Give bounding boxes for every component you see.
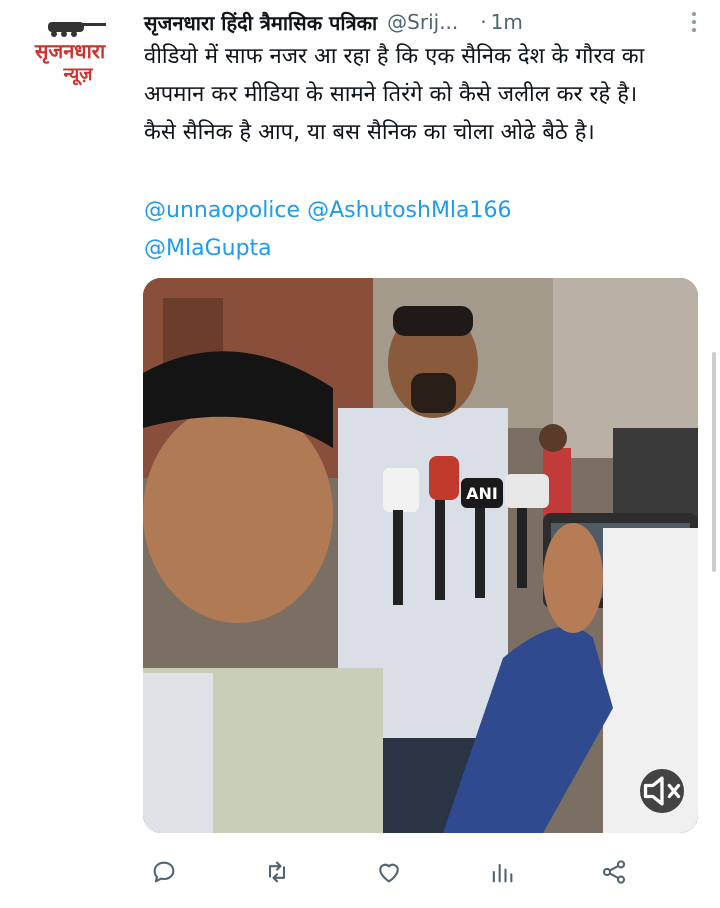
like-button[interactable]	[369, 852, 409, 892]
mic-label-ani: ANI	[466, 484, 498, 503]
tweet-actions	[144, 852, 634, 892]
avatar[interactable]: सृजनधारा न्यूज़	[18, 12, 126, 90]
tweet-text-line: कैसे सैनिक है आप, या बस सैनिक का चोला ओढ…	[144, 120, 595, 145]
user-handle[interactable]: @Srij...	[387, 10, 458, 34]
retweet-icon	[268, 861, 285, 883]
more-dot	[692, 20, 696, 24]
mention-link[interactable]: @AshutoshMla166	[307, 198, 511, 223]
tweet-header: सृजनधारा हिंदी त्रैमासिक पत्रिका @Srij..…	[144, 4, 706, 40]
like-icon	[379, 863, 399, 883]
mention-link[interactable]: @MlaGupta	[144, 236, 272, 261]
volume-muted-glyph	[643, 776, 681, 806]
volume-muted-icon[interactable]	[640, 769, 684, 813]
reply-button[interactable]	[144, 852, 184, 892]
more-dot	[692, 28, 696, 32]
timestamp[interactable]: 1m	[491, 10, 523, 34]
video-frame: ANI	[143, 278, 698, 833]
mentions: @unnaopolice @AshutoshMla166 @MlaGupta	[144, 192, 709, 268]
logo-text-line1: सृजनधारा	[34, 39, 106, 64]
separator: ·	[480, 10, 487, 34]
tweet-text: वीडियो में साफ नजर आ रहा है कि एक सैनिक …	[144, 38, 709, 152]
display-name[interactable]: सृजनधारा हिंदी त्रैमासिक पत्रिका	[144, 9, 377, 36]
mention-link[interactable]: @unnaopolice	[144, 198, 300, 223]
retweet-button[interactable]	[257, 852, 297, 892]
more-dot	[692, 12, 696, 16]
video-player[interactable]: ANI	[143, 278, 698, 833]
reply-icon	[153, 861, 175, 883]
tweet-text-line: वीडियो में साफ नजर आ रहा है कि एक सैनिक …	[144, 44, 645, 107]
logo-image: सृजनधारा न्यूज़	[34, 22, 106, 86]
logo-text-line2: न्यूज़	[62, 64, 93, 86]
more-options-icon[interactable]	[682, 7, 706, 37]
views-icon	[492, 863, 512, 883]
scrollbar-thumb[interactable]	[712, 352, 716, 572]
views-button[interactable]	[482, 852, 522, 892]
share-icon	[602, 860, 626, 884]
share-button[interactable]	[594, 852, 634, 892]
